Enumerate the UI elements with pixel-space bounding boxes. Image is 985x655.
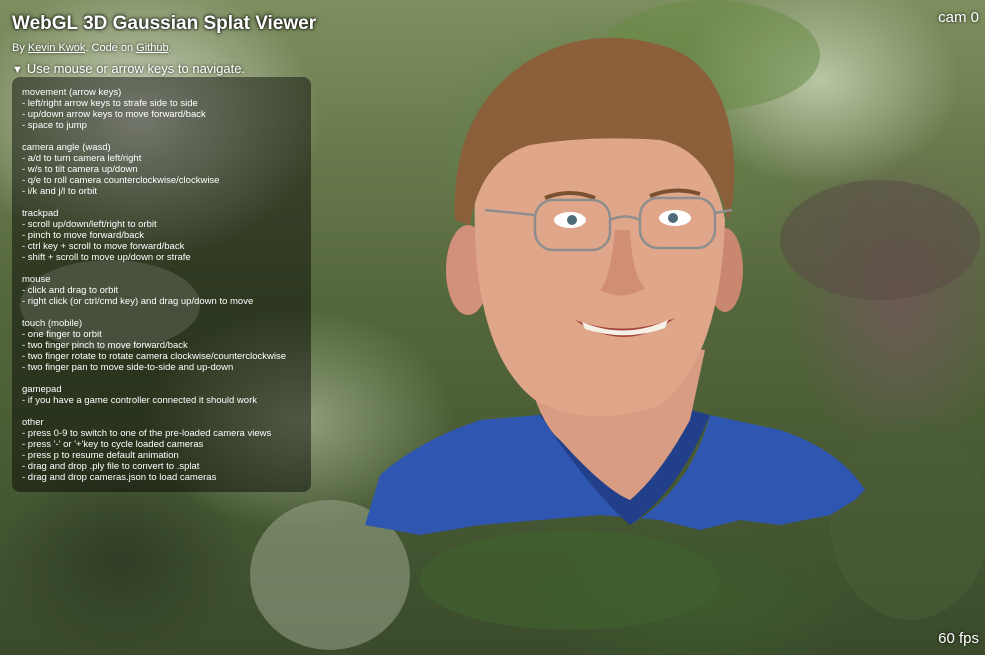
help-line: - pinch to move forward/back: [22, 230, 144, 241]
help-line: - up/down arrow keys to move forward/bac…: [22, 109, 206, 120]
help-line: - ctrl key + scroll to move forward/back: [22, 241, 185, 252]
help-section: gamepad - if you have a game controller …: [22, 384, 301, 406]
help-line: - click and drag to orbit: [22, 285, 119, 296]
help-line: - space to jump: [22, 120, 87, 131]
help-line: - drag and drop cameras.json to load cam…: [22, 472, 217, 483]
instructions-toggle-label: Use mouse or arrow keys to navigate.: [26, 61, 246, 76]
help-line: - two finger pinch to move forward/back: [22, 340, 188, 351]
help-line: - two finger rotate to rotate camera clo…: [22, 351, 286, 362]
help-section: trackpad - scroll up/down/left/right to …: [22, 208, 301, 263]
page-title: WebGL 3D Gaussian Splat Viewer: [12, 13, 317, 34]
instructions-panel: movement (arrow keys) - left/right arrow…: [12, 77, 311, 492]
help-section: other - press 0-9 to switch to one of th…: [22, 417, 301, 483]
help-section: movement (arrow keys) - left/right arrow…: [22, 87, 301, 131]
help-heading: gamepad: [22, 384, 62, 395]
help-line: - if you have a game controller connecte…: [22, 395, 257, 406]
help-line: - right click (or ctrl/cmd key) and drag…: [22, 296, 254, 307]
help-line: - w/s to tilt camera up/down: [22, 164, 138, 175]
help-line: - scroll up/down/left/right to orbit: [22, 219, 157, 230]
help-line: - one finger to orbit: [22, 329, 102, 340]
help-section: touch (mobile) - one finger to orbit - t…: [22, 318, 301, 373]
help-heading: other: [22, 417, 44, 428]
help-line: - press '-' or '+'key to cycle loaded ca…: [22, 439, 204, 450]
byline-code-prefix: . Code on: [85, 42, 137, 54]
help-line: - left/right arrow keys to strafe side t…: [22, 98, 198, 109]
help-section: mouse - click and drag to orbit - right …: [22, 274, 301, 307]
help-heading: camera angle (wasd): [22, 142, 111, 153]
splat-person-render: [365, 37, 865, 535]
byline: By Kevin Kwok. Code on Github.: [12, 42, 172, 54]
help-heading: trackpad: [22, 208, 59, 219]
byline-prefix: By: [12, 42, 28, 54]
help-line: - shift + scroll to move up/down or stra…: [22, 252, 191, 263]
help-heading: mouse: [22, 274, 51, 285]
help-line: - press 0-9 to switch to one of the pre-…: [22, 428, 272, 439]
instructions-toggle[interactable]: ▼ Use mouse or arrow keys to navigate.: [12, 61, 245, 76]
github-link[interactable]: Github: [136, 42, 168, 54]
help-section: camera angle (wasd) - a/d to turn camera…: [22, 142, 301, 197]
byline-suffix: .: [168, 42, 172, 54]
triangle-down-icon: ▼: [12, 64, 23, 76]
camera-indicator: cam 0: [938, 9, 979, 26]
help-line: - a/d to turn camera left/right: [22, 153, 142, 164]
help-heading: touch (mobile): [22, 318, 83, 329]
fps-counter: 60 fps: [938, 630, 979, 647]
help-line: - q/e to roll camera counterclockwise/cl…: [22, 175, 220, 186]
help-line: - two finger pan to move side-to-side an…: [22, 362, 234, 373]
help-line: - press p to resume default animation: [22, 450, 179, 461]
help-line: - i/k and j/l to orbit: [22, 186, 97, 197]
author-link[interactable]: Kevin Kwok: [28, 42, 85, 54]
help-line: - drag and drop .ply file to convert to …: [22, 461, 200, 472]
foliage-blob: [420, 530, 720, 630]
help-heading: movement (arrow keys): [22, 87, 122, 98]
